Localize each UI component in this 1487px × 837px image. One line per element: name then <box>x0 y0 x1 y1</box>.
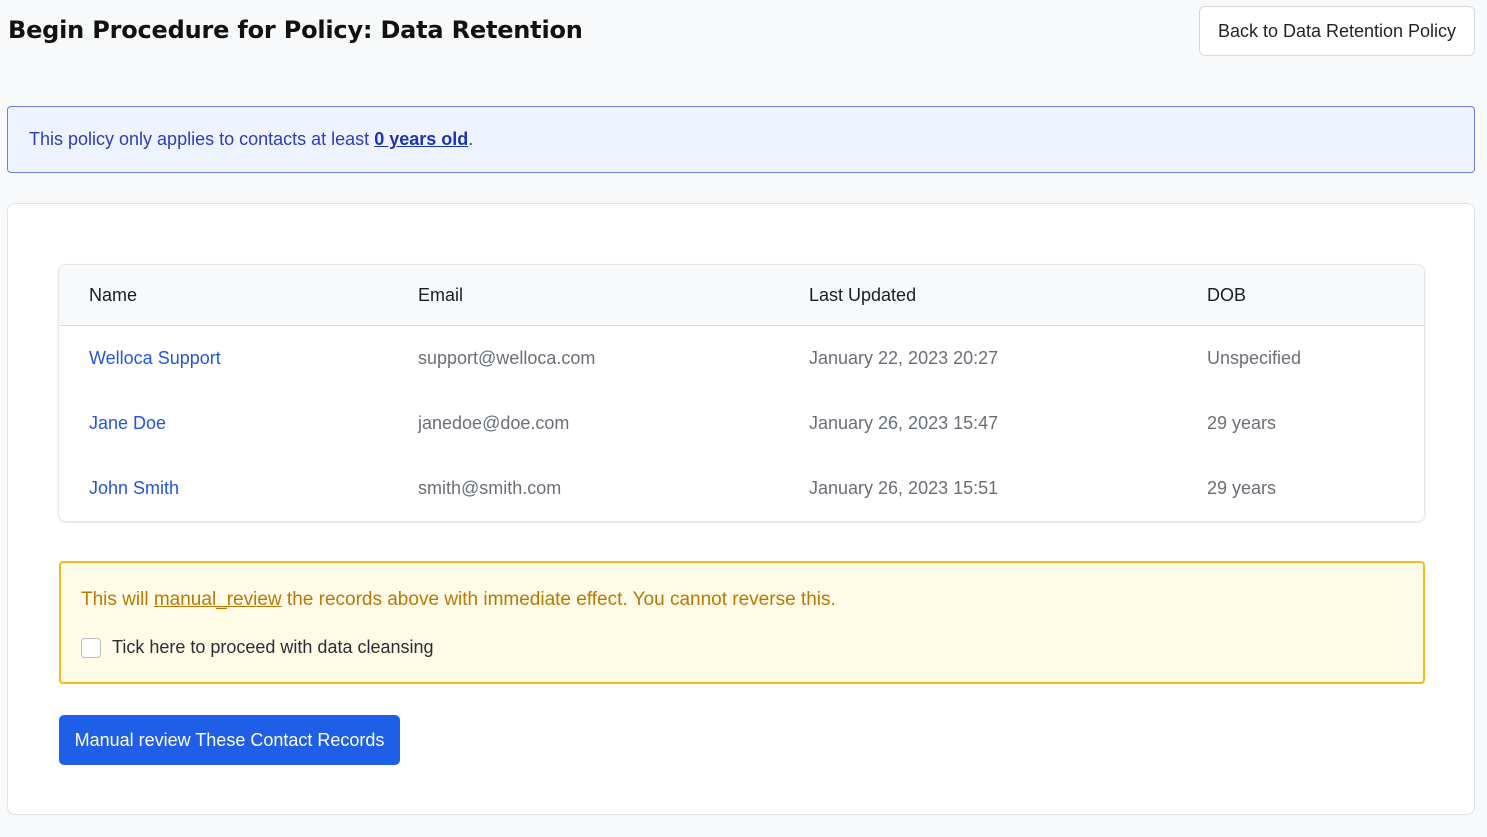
table-row: Jane Doe janedoe@doe.com January 26, 202… <box>59 391 1424 456</box>
info-banner-text: This policy only applies to contacts at … <box>29 129 375 149</box>
contact-dob: 29 years <box>1207 478 1277 498</box>
table-row: Welloca Support support@welloca.com Janu… <box>59 326 1424 391</box>
warning-text: This will manual_review the records abov… <box>81 589 836 611</box>
consent-label[interactable]: Tick here to proceed with data cleansing <box>112 637 434 658</box>
contact-email: janedoe@doe.com <box>418 413 570 433</box>
action-type-link[interactable]: manual_review <box>154 589 282 610</box>
page: Begin Procedure for Policy: Data Retenti… <box>0 0 1487 837</box>
contact-email: support@welloca.com <box>418 348 596 368</box>
warning-text-suffix: the records above with immediate effect.… <box>281 589 836 610</box>
contact-name-link[interactable]: Jane Doe <box>89 413 166 434</box>
contact-dob: 29 years <box>1207 413 1277 433</box>
column-header-email: Email <box>418 284 464 305</box>
contact-name-link[interactable]: John Smith <box>89 478 179 499</box>
consent-checkbox[interactable] <box>81 637 101 658</box>
policy-age-link[interactable]: 0 years old <box>374 129 468 150</box>
procedure-card: Name Email Last Updated DOB Welloca Supp… <box>7 203 1475 815</box>
contact-email: smith@smith.com <box>418 478 562 498</box>
column-header-last-updated: Last Updated <box>809 284 917 305</box>
contact-last-updated: January 22, 2023 20:27 <box>809 348 999 368</box>
column-header-name: Name <box>89 284 138 305</box>
table-row: John Smith smith@smith.com January 26, 2… <box>59 456 1424 521</box>
policy-info-banner: This policy only applies to contacts at … <box>7 106 1475 173</box>
contact-name-link[interactable]: Welloca Support <box>89 348 221 369</box>
contacts-table: Name Email Last Updated DOB Welloca Supp… <box>58 264 1425 522</box>
contact-dob: Unspecified <box>1207 348 1302 368</box>
info-banner-suffix: . <box>468 129 474 149</box>
warning-text-prefix: This will <box>81 589 154 610</box>
irreversible-warning: This will manual_review the records abov… <box>59 561 1425 684</box>
consent-row[interactable]: Tick here to proceed with data cleansing <box>81 637 434 658</box>
page-title: Begin Procedure for Policy: Data Retenti… <box>8 16 583 44</box>
contact-last-updated: January 26, 2023 15:47 <box>809 413 999 433</box>
column-header-dob: DOB <box>1207 284 1247 305</box>
table-header: Name Email Last Updated DOB <box>59 265 1424 326</box>
contact-last-updated: January 26, 2023 15:51 <box>809 478 999 498</box>
manual-review-submit-button[interactable]: Manual review These Contact Records <box>59 715 400 765</box>
back-to-policy-button[interactable]: Back to Data Retention Policy <box>1199 6 1475 56</box>
